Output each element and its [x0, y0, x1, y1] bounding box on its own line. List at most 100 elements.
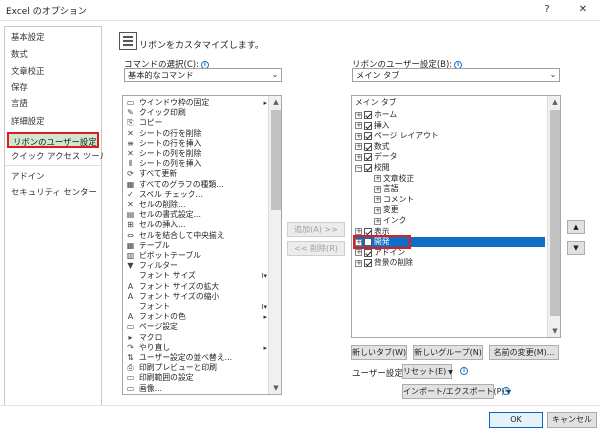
- commands-dropdown[interactable]: 基本的なコマンド ⌄: [124, 68, 282, 82]
- tree-item[interactable]: + インク: [374, 216, 406, 226]
- nav-item[interactable]: 基本設定: [11, 31, 45, 43]
- command-icon: ≡: [127, 138, 134, 148]
- expand-icon[interactable]: +: [355, 132, 362, 140]
- command-item[interactable]: ✕ シートの列を削除: [123, 149, 271, 159]
- command-item[interactable]: ✕ シートの行を削除: [123, 129, 271, 139]
- tree-item[interactable]: + 背景の削除: [355, 258, 413, 268]
- expand-icon[interactable]: +: [374, 185, 381, 193]
- new-tab-button[interactable]: 新しいタブ(W): [351, 345, 407, 360]
- tree-item[interactable]: + ホーム: [355, 110, 397, 120]
- expand-icon[interactable]: +: [374, 175, 381, 183]
- command-item[interactable]: ▭ ウインドウ枠の固定 ▸: [123, 98, 271, 108]
- command-label: フォントの色: [139, 312, 186, 322]
- expand-icon[interactable]: +: [355, 249, 362, 257]
- tree-item[interactable]: + 挿入: [355, 121, 390, 131]
- scroll-thumb[interactable]: [550, 110, 560, 316]
- command-item[interactable]: ⫴ シートの列を挿入: [123, 159, 271, 169]
- scroll-up-icon[interactable]: ▲: [548, 96, 560, 108]
- expand-icon[interactable]: +: [355, 143, 362, 151]
- collapse-icon[interactable]: −: [355, 164, 362, 172]
- nav-item[interactable]: セキュリティ センター: [11, 186, 97, 198]
- command-item[interactable]: ✎ クイック印刷: [123, 108, 271, 118]
- tree-scrollbar[interactable]: ▲ ▼: [547, 96, 560, 337]
- tree-item[interactable]: + アドイン: [355, 248, 405, 258]
- ribbon-dropdown[interactable]: メイン タブ ⌄: [352, 68, 560, 82]
- close-button[interactable]: ✕: [572, 2, 594, 18]
- command-item[interactable]: A フォント サイズの縮小: [123, 292, 271, 302]
- command-item[interactable]: ▸ マクロ: [123, 333, 271, 343]
- expand-icon[interactable]: +: [355, 259, 362, 267]
- tab-checkbox[interactable]: [364, 248, 372, 257]
- expand-icon[interactable]: +: [355, 111, 362, 119]
- new-group-button[interactable]: 新しいグループ(N): [413, 345, 483, 360]
- tab-checkbox[interactable]: [364, 142, 372, 151]
- command-item[interactable]: ⎙ 印刷プレビューと印刷: [123, 363, 271, 373]
- nav-item[interactable]: 文章校正: [11, 65, 45, 77]
- command-item[interactable]: ⇔ セルを結合して中央揃え: [123, 231, 271, 241]
- import-export-button[interactable]: インポート/エクスポート(P) ▼: [402, 384, 511, 399]
- nav-item[interactable]: 詳細設定: [11, 115, 45, 127]
- command-item[interactable]: ▼ フィルター: [123, 261, 271, 271]
- help-button[interactable]: ?: [536, 2, 558, 18]
- tab-checkbox[interactable]: [364, 153, 372, 162]
- cancel-button[interactable]: キャンセル: [547, 412, 597, 428]
- command-item[interactable]: ▦ すべてのグラフの種類...: [123, 180, 271, 190]
- tree-item[interactable]: + データ: [355, 152, 397, 162]
- command-item[interactable]: ▦ テーブル: [123, 241, 271, 251]
- ribbon-tree[interactable]: ▲ ▼ メイン タブ + ホーム + 挿入 + ページ レイアウト + 数式 + データ − 校閲 + 文章…: [351, 95, 561, 338]
- command-item[interactable]: ↷ やり直し ▸: [123, 343, 271, 353]
- command-item[interactable]: ▭ 画像...: [123, 384, 271, 394]
- scroll-thumb[interactable]: [271, 110, 281, 210]
- tree-item[interactable]: + 変更: [374, 205, 399, 215]
- tree-item[interactable]: + ページ レイアウト: [355, 131, 439, 141]
- tab-checkbox[interactable]: [364, 259, 372, 268]
- command-item[interactable]: ▥ ピボットテーブル: [123, 251, 271, 261]
- expand-icon[interactable]: +: [374, 217, 381, 225]
- tree-item[interactable]: + 言語: [374, 184, 399, 194]
- command-item[interactable]: フォント I▾: [123, 302, 271, 312]
- command-item[interactable]: ⇅ ユーザー設定の並べ替え...: [123, 353, 271, 363]
- command-item[interactable]: ▭ ページ設定: [123, 322, 271, 332]
- rename-button[interactable]: 名前の変更(M)...: [489, 345, 559, 360]
- command-item[interactable]: フォント サイズ I▾: [123, 271, 271, 281]
- command-item[interactable]: ≡ シートの行を挿入: [123, 139, 271, 149]
- tab-checkbox[interactable]: [364, 111, 372, 119]
- nav-item[interactable]: 言語: [11, 97, 28, 109]
- command-item[interactable]: ✕ セルの削除...: [123, 200, 271, 210]
- move-down-button[interactable]: ▼: [567, 241, 585, 255]
- tree-item[interactable]: − 校閲: [355, 163, 390, 173]
- tab-checkbox[interactable]: [364, 121, 372, 130]
- scroll-down-icon[interactable]: ▼: [548, 325, 560, 337]
- tree-item[interactable]: + コメント: [374, 195, 414, 205]
- tab-checkbox[interactable]: [364, 132, 372, 141]
- reset-button[interactable]: リセット(E) ▼: [402, 364, 453, 379]
- nav-item[interactable]: 数式: [11, 48, 28, 60]
- command-item[interactable]: A フォント サイズの拡大: [123, 282, 271, 292]
- command-label: クイック印刷: [139, 108, 186, 118]
- command-item[interactable]: A フォントの色 ▸: [123, 312, 271, 322]
- info-icon: i: [460, 367, 468, 375]
- tab-checkbox[interactable]: [364, 164, 372, 172]
- nav-item[interactable]: リボンのユーザー設定: [7, 132, 99, 148]
- move-up-button[interactable]: ▲: [567, 220, 585, 234]
- nav-item[interactable]: 保存: [11, 81, 28, 93]
- expand-icon[interactable]: +: [374, 206, 381, 214]
- command-item[interactable]: ⎘ コピー: [123, 118, 271, 128]
- command-item[interactable]: ⟳ すべて更新: [123, 169, 271, 179]
- add-button[interactable]: 追加(A) >>: [287, 222, 345, 237]
- expand-icon[interactable]: +: [374, 196, 381, 204]
- nav-item[interactable]: アドイン: [11, 170, 45, 182]
- expand-icon[interactable]: +: [355, 228, 362, 236]
- remove-button[interactable]: << 削除(R): [287, 241, 345, 256]
- tree-item[interactable]: + 文章校正: [374, 174, 414, 184]
- ok-button[interactable]: OK: [489, 412, 543, 428]
- expand-icon[interactable]: +: [355, 153, 362, 161]
- command-item[interactable]: ✓ スペル チェック...: [123, 190, 271, 200]
- commands-list[interactable]: ▲ ▼ ▭ ウインドウ枠の固定 ▸ ✎ クイック印刷 ⎘ コピー ✕ シートの行を削除 ≡ シートの…: [122, 95, 282, 395]
- tree-item[interactable]: + 数式: [355, 142, 390, 152]
- command-item[interactable]: ▤ セルの書式設定...: [123, 210, 271, 220]
- command-item[interactable]: ▭ 印刷範囲の設定: [123, 373, 271, 383]
- expand-icon[interactable]: +: [355, 122, 362, 130]
- command-item[interactable]: ⊞ セルの挿入...: [123, 220, 271, 230]
- submenu-arrow-icon: ▸: [263, 99, 267, 107]
